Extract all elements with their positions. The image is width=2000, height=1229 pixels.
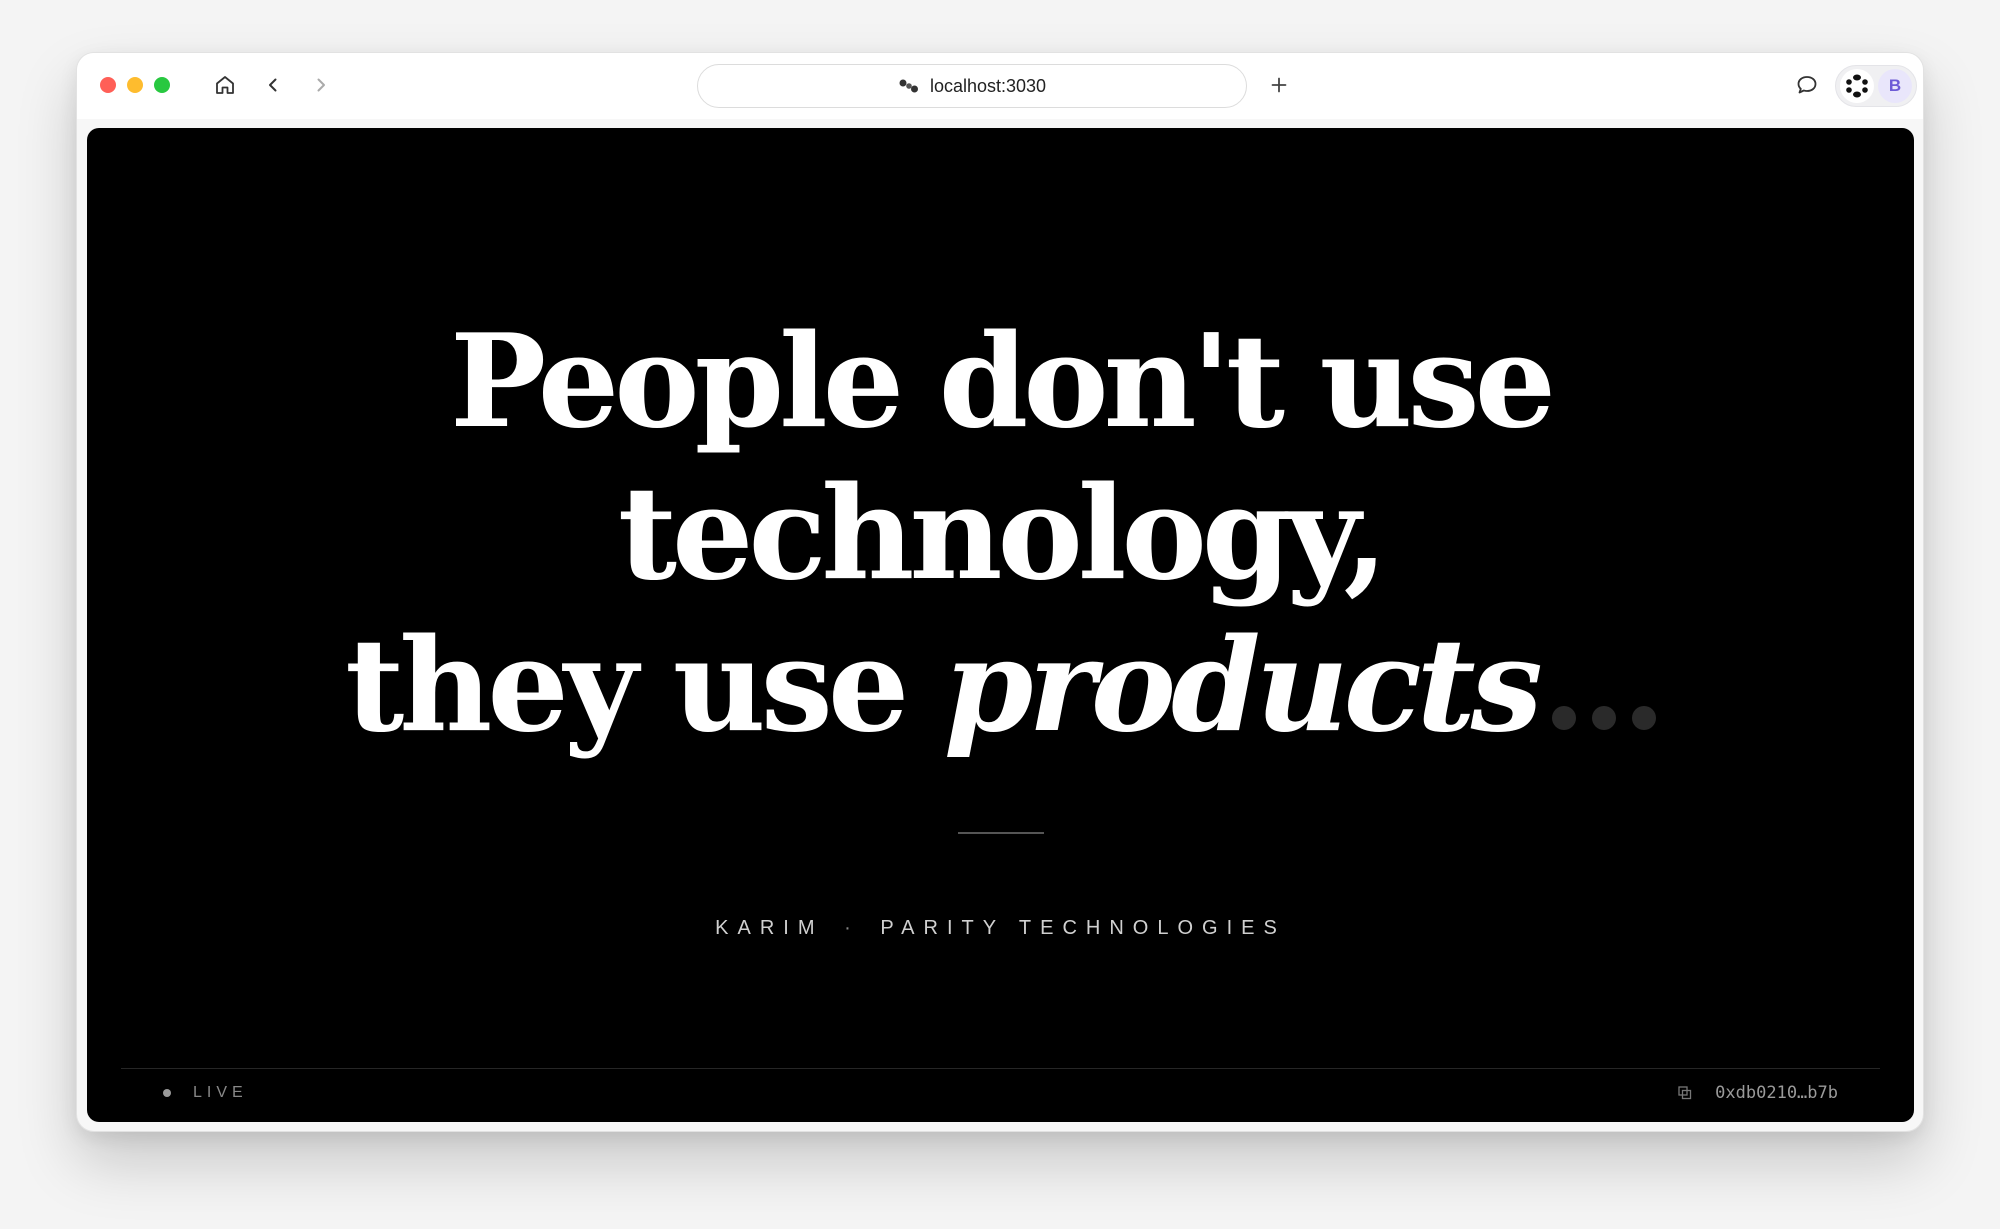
chevron-right-icon — [317, 78, 325, 92]
wallet-address[interactable]: 0xdb0210…b7b — [1677, 1083, 1838, 1103]
home-button[interactable] — [209, 69, 241, 101]
profile-avatar[interactable]: B — [1878, 69, 1912, 103]
home-icon — [216, 76, 234, 94]
plus-icon — [1271, 77, 1287, 93]
quote-attribution: KARIM · PARITY TECHNOLOGIES — [87, 917, 1914, 940]
quote-line-2: technology, — [617, 459, 1388, 609]
quote-emphasis: products — [943, 611, 1543, 761]
site-identity-icon — [899, 79, 918, 93]
typing-dot — [1591, 706, 1616, 730]
extension-button[interactable] — [1840, 69, 1874, 103]
dots-ring-icon — [1846, 74, 1868, 98]
copy-icon[interactable] — [1677, 1085, 1693, 1101]
page-viewport: People don't use technology, they use pr… — [87, 128, 1914, 1122]
live-status-label: LIVE — [193, 1084, 248, 1101]
attribution-company: PARITY TECHNOLOGIES — [880, 917, 1286, 939]
typing-dot — [1551, 706, 1576, 730]
live-indicator-dot — [163, 1089, 171, 1097]
extension-pill[interactable]: B — [1835, 65, 1917, 107]
quote-line-3: they use products — [87, 610, 1914, 762]
quote-line-1: People don't use — [449, 307, 1556, 457]
close-window-button[interactable] — [100, 77, 116, 93]
address-bar[interactable]: localhost:3030 — [697, 64, 1247, 108]
live-status: LIVE — [163, 1084, 248, 1102]
chevron-left-icon — [269, 78, 277, 92]
title-bar: localhost:3030 B — [77, 53, 1923, 119]
quote-line-3-prefix: they use — [345, 611, 944, 761]
browser-window: localhost:3030 B People don't use techno… — [76, 52, 1924, 1132]
wallet-address-text: 0xdb0210…b7b — [1715, 1083, 1838, 1103]
footer-divider — [121, 1068, 1880, 1069]
attribution-separator: · — [844, 917, 860, 939]
chat-bubble-icon — [1797, 76, 1817, 94]
back-button[interactable] — [257, 69, 289, 101]
forward-button[interactable] — [305, 69, 337, 101]
url-text: localhost:3030 — [929, 75, 1047, 96]
minimize-window-button[interactable] — [127, 77, 143, 93]
typing-dot — [1631, 706, 1656, 730]
attribution-name: KARIM — [715, 917, 824, 939]
typing-indicator — [1551, 706, 1656, 730]
hero-quote: People don't use technology, they use pr… — [87, 306, 1914, 762]
chat-button[interactable] — [1791, 69, 1823, 101]
quote-divider — [958, 832, 1044, 834]
new-tab-button[interactable] — [1263, 69, 1295, 101]
zoom-window-button[interactable] — [154, 77, 170, 93]
